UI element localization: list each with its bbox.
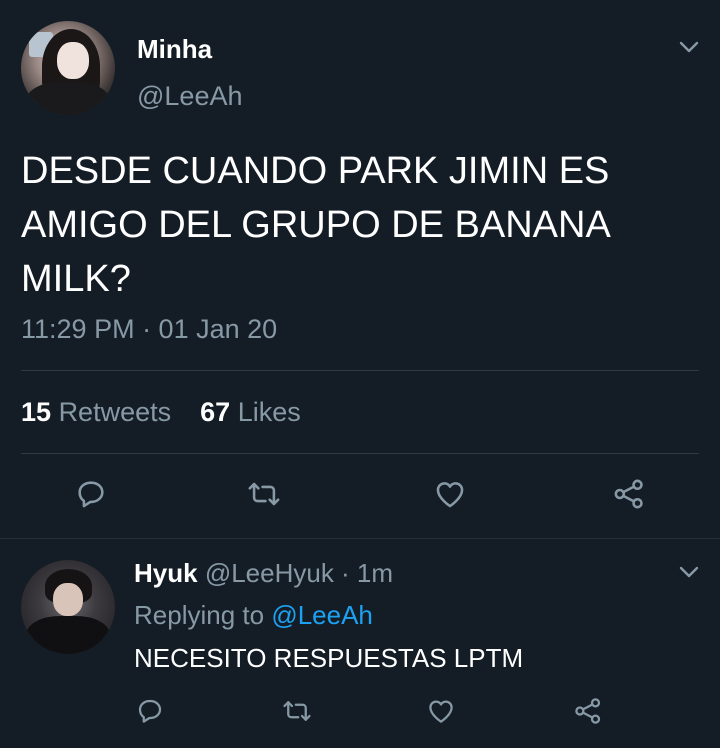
author-handle[interactable]: @LeeAh <box>137 81 242 112</box>
share-icon[interactable] <box>612 477 646 511</box>
like-label[interactable]: Likes <box>238 397 301 427</box>
avatar-body <box>25 616 111 654</box>
engagement-stats: 15 Retweets 67 Likes <box>21 397 301 428</box>
retweet-label[interactable]: Retweets <box>59 397 172 427</box>
divider <box>21 453 699 454</box>
heart-icon[interactable] <box>433 477 467 511</box>
heart-icon[interactable] <box>426 696 456 726</box>
reply-header: Hyuk @LeeHyuk · 1m <box>134 558 393 589</box>
tweet-text: DESDE CUANDO PARK JIMIN ES AMIGO DEL GRU… <box>21 150 610 300</box>
avatar-face <box>52 582 84 617</box>
author-name[interactable]: Minha <box>137 34 212 65</box>
avatar-face <box>56 41 89 80</box>
avatar-body <box>25 82 111 115</box>
chevron-down-icon[interactable] <box>679 40 699 54</box>
retweet-icon[interactable] <box>247 477 281 511</box>
reply-author-name[interactable]: Hyuk <box>134 558 198 588</box>
reply-icon[interactable] <box>135 696 165 726</box>
tweet-timestamp: 11:29 PM · 01 Jan 20 <box>21 314 278 344</box>
avatar[interactable] <box>21 560 115 654</box>
replying-handle-link[interactable]: @LeeAh <box>271 600 373 630</box>
retweet-count[interactable]: 15 <box>21 397 51 427</box>
avatar[interactable] <box>21 21 115 115</box>
share-icon[interactable] <box>573 696 603 726</box>
like-count[interactable]: 67 <box>200 397 230 427</box>
divider <box>21 370 699 371</box>
section-divider <box>0 538 720 539</box>
retweet-icon[interactable] <box>282 696 312 726</box>
chevron-down-icon[interactable] <box>679 565 699 579</box>
replying-prefix: Replying to <box>134 600 265 630</box>
reply-author-handle[interactable]: @LeeHyuk · 1m <box>205 558 393 588</box>
reply-icon[interactable] <box>74 477 108 511</box>
reply-text: NECESITO RESPUESTAS LPTM <box>134 643 524 673</box>
replying-to: Replying to @LeeAh <box>134 600 373 631</box>
